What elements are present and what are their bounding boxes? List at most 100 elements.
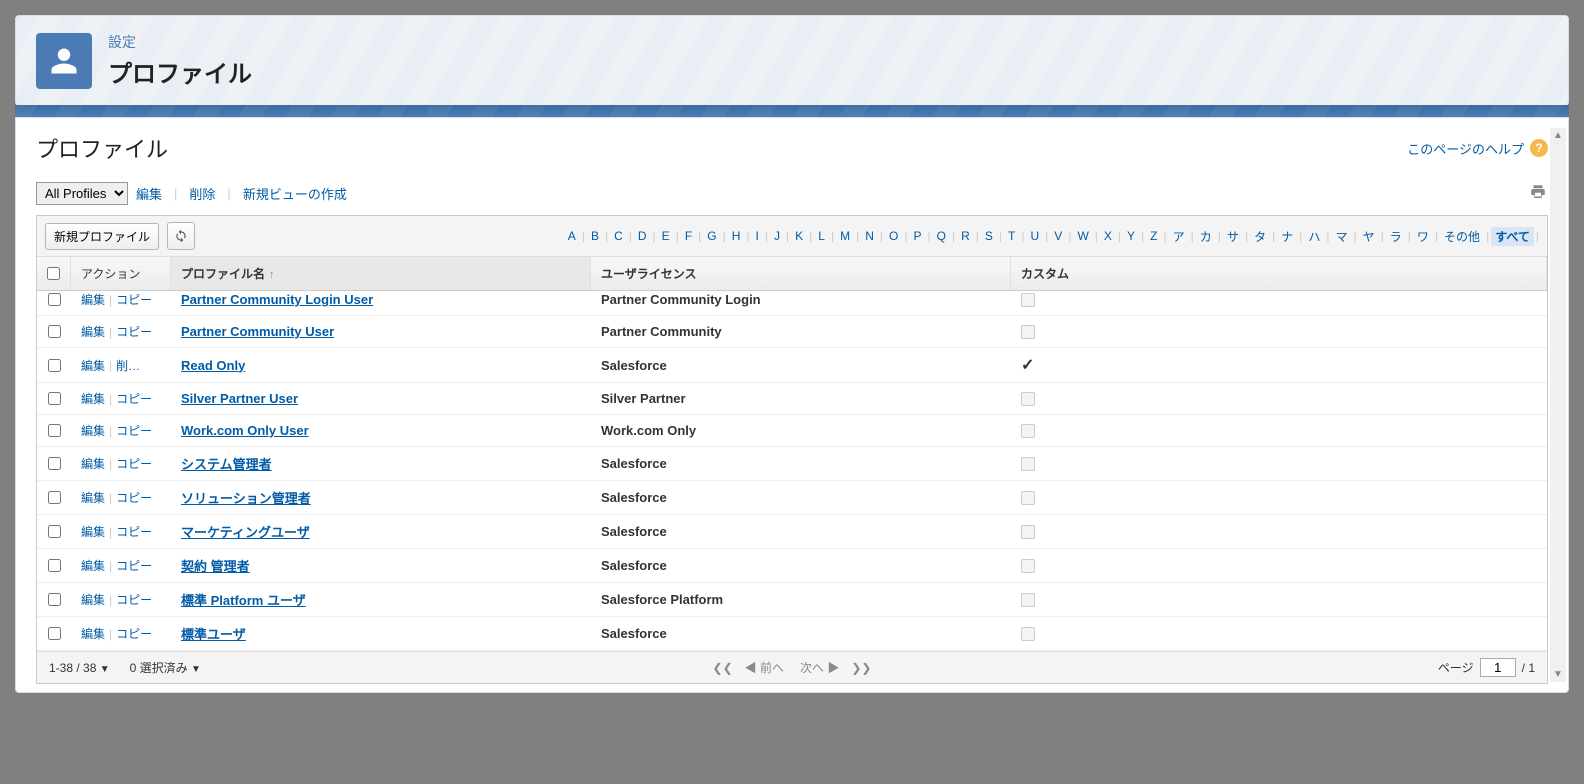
row-checkbox[interactable]: [48, 525, 61, 538]
row-copy-link[interactable]: コピー: [116, 291, 152, 308]
alpha-S[interactable]: S: [981, 228, 997, 244]
alpha-ハ[interactable]: ハ: [1304, 227, 1324, 246]
alpha-タ[interactable]: タ: [1250, 227, 1270, 246]
row-checkbox[interactable]: [48, 325, 61, 338]
alpha-V[interactable]: V: [1050, 228, 1066, 244]
alpha-ヤ[interactable]: ヤ: [1359, 227, 1379, 246]
next-page-link[interactable]: 次へ ▶: [796, 659, 843, 676]
column-name[interactable]: プロファイル名↑: [171, 257, 591, 290]
print-icon[interactable]: [1528, 183, 1548, 204]
row-copy-link[interactable]: コピー: [116, 455, 152, 472]
profile-name-link[interactable]: ソリューション管理者: [181, 491, 311, 506]
alpha-O[interactable]: O: [885, 228, 902, 244]
row-edit-link[interactable]: 編集: [81, 390, 105, 407]
alpha-ラ[interactable]: ラ: [1386, 227, 1406, 246]
first-page-icon[interactable]: ❮❮: [713, 661, 733, 675]
alpha-N[interactable]: N: [861, 228, 878, 244]
alpha-W[interactable]: W: [1073, 228, 1092, 244]
row-edit-link[interactable]: 編集: [81, 489, 105, 506]
alpha-I[interactable]: I: [752, 228, 763, 244]
view-select[interactable]: All Profiles: [36, 182, 128, 205]
alpha-R[interactable]: R: [957, 228, 974, 244]
row-checkbox[interactable]: [48, 457, 61, 470]
row-copy-link[interactable]: コピー: [116, 557, 152, 574]
row-edit-link[interactable]: 編集: [81, 523, 105, 540]
alpha-T[interactable]: T: [1004, 228, 1019, 244]
alpha-A[interactable]: A: [564, 228, 580, 244]
row-delete-link[interactable]: 削…: [116, 357, 140, 374]
alpha-P[interactable]: P: [909, 228, 925, 244]
row-checkbox[interactable]: [48, 559, 61, 572]
row-edit-link[interactable]: 編集: [81, 625, 105, 642]
help-link[interactable]: このページのヘルプ ?: [1407, 139, 1548, 158]
profile-name-link[interactable]: Partner Community Login User: [181, 292, 373, 307]
row-edit-link[interactable]: 編集: [81, 422, 105, 439]
view-new-link[interactable]: 新規ビューの作成: [243, 184, 347, 203]
profile-name-link[interactable]: 標準 Platform ユーザ: [181, 593, 306, 608]
row-copy-link[interactable]: コピー: [116, 489, 152, 506]
profile-name-link[interactable]: システム管理者: [181, 457, 272, 472]
alpha-L[interactable]: L: [814, 228, 829, 244]
row-edit-link[interactable]: 編集: [81, 455, 105, 472]
alpha-K[interactable]: K: [791, 228, 807, 244]
alpha-F[interactable]: F: [681, 228, 696, 244]
alpha-G[interactable]: G: [703, 228, 720, 244]
row-checkbox[interactable]: [48, 491, 61, 504]
alpha-ア[interactable]: ア: [1169, 227, 1189, 246]
select-all-checkbox[interactable]: [47, 267, 60, 280]
alpha-C[interactable]: C: [610, 228, 627, 244]
row-checkbox[interactable]: [48, 424, 61, 437]
new-profile-button[interactable]: 新規プロファイル: [45, 223, 159, 250]
profile-name-link[interactable]: マーケティングユーザ: [181, 525, 310, 540]
view-delete-link[interactable]: 削除: [189, 184, 215, 203]
row-checkbox[interactable]: [48, 627, 61, 640]
alpha-Q[interactable]: Q: [933, 228, 950, 244]
alpha-マ[interactable]: マ: [1331, 227, 1351, 246]
record-range[interactable]: 1-38 / 38 ▼: [49, 661, 110, 675]
alpha-other[interactable]: その他: [1440, 227, 1484, 246]
view-edit-link[interactable]: 編集: [136, 184, 162, 203]
row-checkbox[interactable]: [48, 392, 61, 405]
column-custom[interactable]: カスタム: [1011, 257, 1547, 290]
alpha-E[interactable]: E: [658, 228, 674, 244]
profile-name-link[interactable]: Silver Partner User: [181, 391, 298, 406]
profile-name-link[interactable]: 標準ユーザ: [181, 627, 246, 642]
page-input[interactable]: [1480, 658, 1516, 677]
row-copy-link[interactable]: コピー: [116, 523, 152, 540]
alpha-all[interactable]: すべて: [1491, 227, 1534, 246]
alpha-D[interactable]: D: [634, 228, 651, 244]
alpha-Z[interactable]: Z: [1146, 228, 1161, 244]
alpha-ナ[interactable]: ナ: [1277, 227, 1297, 246]
last-page-icon[interactable]: ❯❯: [851, 661, 871, 675]
profile-name-link[interactable]: Partner Community User: [181, 324, 334, 339]
alpha-Y[interactable]: Y: [1123, 228, 1139, 244]
row-checkbox[interactable]: [48, 593, 61, 606]
alpha-M[interactable]: M: [836, 228, 854, 244]
row-checkbox[interactable]: [48, 359, 61, 372]
row-copy-link[interactable]: コピー: [116, 625, 152, 642]
column-action[interactable]: アクション: [71, 257, 171, 290]
alpha-H[interactable]: H: [728, 228, 745, 244]
selection-count[interactable]: 0 選択済み ▼: [130, 659, 201, 676]
row-edit-link[interactable]: 編集: [81, 291, 105, 308]
alpha-U[interactable]: U: [1027, 228, 1044, 244]
profile-name-link[interactable]: Read Only: [181, 358, 245, 373]
alpha-サ[interactable]: サ: [1223, 227, 1243, 246]
profile-name-link[interactable]: 契約 管理者: [181, 559, 250, 574]
row-copy-link[interactable]: コピー: [116, 422, 152, 439]
row-copy-link[interactable]: コピー: [116, 390, 152, 407]
alpha-X[interactable]: X: [1100, 228, 1116, 244]
alpha-カ[interactable]: カ: [1196, 227, 1216, 246]
row-edit-link[interactable]: 編集: [81, 591, 105, 608]
row-edit-link[interactable]: 編集: [81, 323, 105, 340]
profile-name-link[interactable]: Work.com Only User: [181, 423, 309, 438]
prev-page-link[interactable]: ◀ 前へ: [741, 659, 788, 676]
refresh-button[interactable]: [167, 222, 195, 250]
row-copy-link[interactable]: コピー: [116, 323, 152, 340]
alpha-B[interactable]: B: [587, 228, 603, 244]
row-edit-link[interactable]: 編集: [81, 357, 105, 374]
row-checkbox[interactable]: [48, 293, 61, 306]
alpha-J[interactable]: J: [770, 228, 784, 244]
column-license[interactable]: ユーザライセンス: [591, 257, 1011, 290]
row-edit-link[interactable]: 編集: [81, 557, 105, 574]
